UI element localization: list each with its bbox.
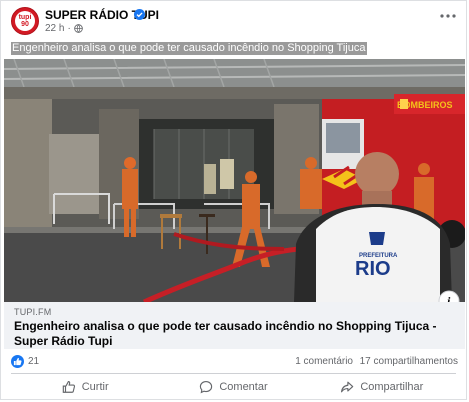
share-arrow-icon [341,381,354,393]
comment-count[interactable]: 1 comentário [295,356,353,367]
post-caption: Engenheiro analisa o que pode ter causad… [11,42,367,55]
post-card: tupi 90 SUPER RÁDIO TUPI 22 h · Engenhei… [0,0,467,400]
vest-label-main: RIO [355,258,391,280]
share-button-label: Compartilhar [360,381,424,393]
post-photo[interactable]: BOMBEIROS PREFEITURA RIO i [4,59,465,302]
reaction-count[interactable]: 21 [28,356,39,367]
avatar-text-top: tupi [18,14,32,21]
comment-button-label: Comentar [219,381,268,393]
public-globe-icon [73,24,83,33]
post-header: tupi 90 SUPER RÁDIO TUPI 22 h · [11,7,456,37]
comment-bubble-icon [200,381,213,394]
avatar-text-bottom: 90 [21,21,29,28]
share-button[interactable]: Compartilhar [308,375,456,399]
like-button[interactable]: Curtir [11,375,159,399]
post-timestamp[interactable]: 22 h [45,23,64,34]
thumb-up-outline-icon [62,381,75,393]
actions-divider [11,373,456,374]
info-icon[interactable]: i [438,290,460,302]
comment-button[interactable]: Comentar [159,375,307,399]
verified-badge-icon [134,9,145,20]
like-reaction-icon[interactable] [11,355,24,368]
action-bar: Curtir Comentar Compartilhar [11,375,456,399]
more-options-icon[interactable] [440,13,456,19]
like-button-label: Curtir [81,381,109,393]
post-meta: 22 h · [45,23,83,34]
link-domain: TUPI.FM [14,307,52,317]
link-title[interactable]: Engenheiro analisa o que pode ter causad… [14,319,454,349]
page-avatar[interactable]: tupi 90 [11,7,39,35]
avatar-logo: tupi 90 [15,11,35,31]
share-count[interactable]: 17 compartilhamentos [360,356,458,367]
link-preview[interactable]: TUPI.FM Engenheiro analisa o que pode te… [4,302,465,349]
engagement-stats: 21 1 comentário 17 compartilhamentos [11,353,458,371]
meta-separator: · [67,23,71,34]
thumb-up-icon [13,357,22,366]
fire-scene-image: BOMBEIROS PREFEITURA RIO [4,59,465,302]
